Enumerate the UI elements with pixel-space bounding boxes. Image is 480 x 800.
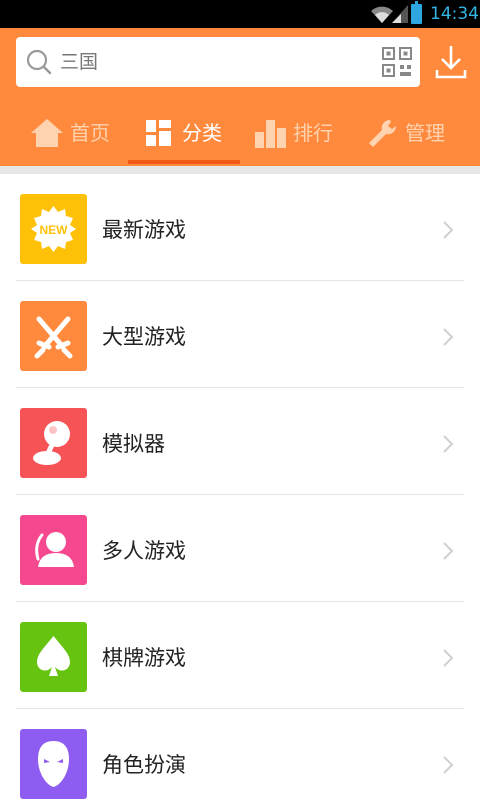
search-icon xyxy=(26,49,52,75)
download-button[interactable] xyxy=(434,44,468,80)
new-badge-icon: NEW xyxy=(20,194,87,264)
chevron-right-icon xyxy=(443,435,454,453)
list-item-label: 大型游戏 xyxy=(102,325,186,349)
clock: 14:34 xyxy=(430,4,479,24)
tab-home[interactable]: 首页 xyxy=(0,106,120,166)
joystick-icon xyxy=(20,408,87,478)
home-icon xyxy=(31,119,63,147)
wrench-icon xyxy=(369,119,397,147)
search-query: 三国 xyxy=(60,51,99,73)
list-item-label: 角色扮演 xyxy=(102,753,186,777)
app-header: 三国 首页 分类 排行 管理 xyxy=(0,28,480,166)
search-input[interactable]: 三国 xyxy=(16,37,420,87)
list-item-latest-games[interactable]: NEW 最新游戏 xyxy=(0,174,480,281)
tab-ranking-label: 排行 xyxy=(293,121,333,145)
list-item-board-card-games[interactable]: 棋牌游戏 xyxy=(0,602,480,709)
category-grid-icon xyxy=(146,120,171,146)
chevron-right-icon xyxy=(443,756,454,774)
wifi-icon xyxy=(371,6,393,23)
tab-ranking[interactable]: 排行 xyxy=(240,106,360,166)
person-icon xyxy=(20,515,87,585)
battery-icon xyxy=(411,1,422,24)
new-badge-text: NEW xyxy=(40,223,69,237)
tab-manage[interactable]: 管理 xyxy=(360,106,480,166)
tab-category[interactable]: 分类 xyxy=(120,106,240,166)
bar-chart-icon xyxy=(255,120,286,148)
qr-scan-icon[interactable] xyxy=(382,47,412,77)
header-shadow xyxy=(0,166,480,174)
list-item-label: 最新游戏 xyxy=(102,218,186,242)
chevron-right-icon xyxy=(443,542,454,560)
list-item-label: 多人游戏 xyxy=(102,539,186,563)
mask-icon xyxy=(20,729,87,799)
tab-category-label: 分类 xyxy=(182,121,222,145)
active-tab-indicator xyxy=(128,160,240,164)
list-item-role-playing[interactable]: 角色扮演 xyxy=(0,709,480,800)
spade-icon xyxy=(20,622,87,692)
chevron-right-icon xyxy=(443,221,454,239)
tab-bar: 首页 分类 排行 管理 xyxy=(0,106,480,166)
list-item-emulator[interactable]: 模拟器 xyxy=(0,388,480,495)
list-item-multiplayer[interactable]: 多人游戏 xyxy=(0,495,480,602)
list-item-large-games[interactable]: 大型游戏 xyxy=(0,281,480,388)
tab-home-label: 首页 xyxy=(70,121,110,145)
list-item-label: 棋牌游戏 xyxy=(102,646,186,670)
crossed-swords-icon xyxy=(20,301,87,371)
signal-icon xyxy=(392,5,408,23)
status-bar: 14:34 xyxy=(0,0,480,28)
tab-manage-label: 管理 xyxy=(405,121,445,145)
chevron-right-icon xyxy=(443,649,454,667)
chevron-right-icon xyxy=(443,328,454,346)
list-item-label: 模拟器 xyxy=(102,432,165,456)
